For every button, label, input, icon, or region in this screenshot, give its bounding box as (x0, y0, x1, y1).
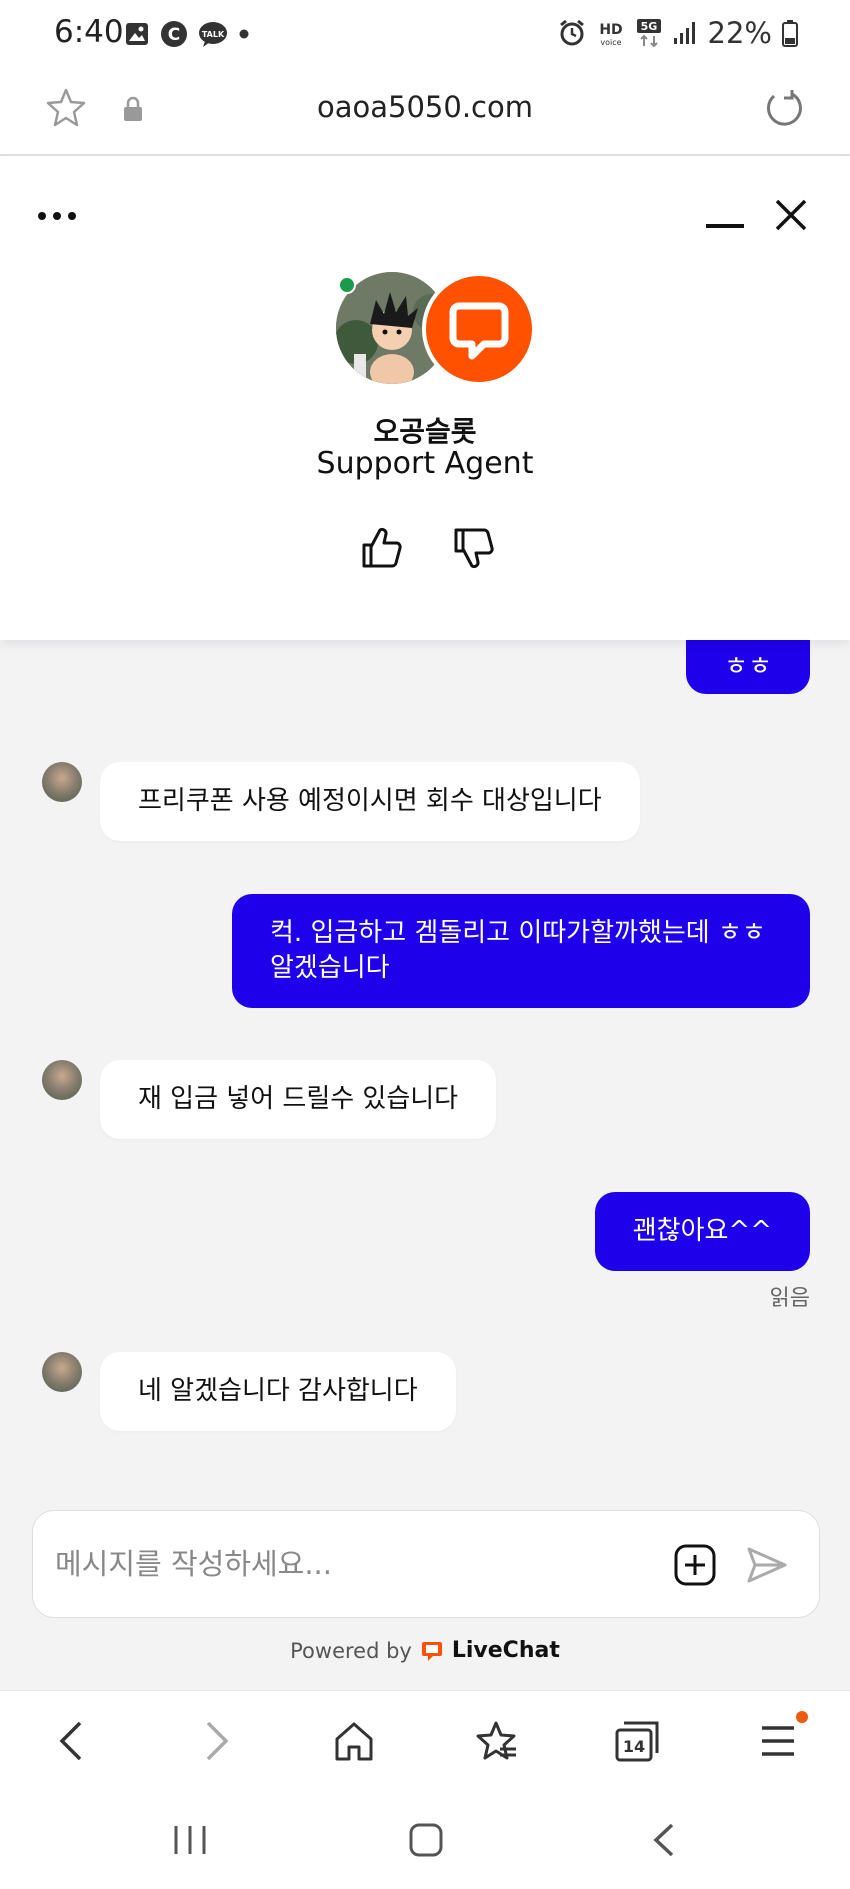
5g-icon: 5G (636, 19, 661, 48)
powered-by-label: Powered by (290, 1638, 412, 1663)
message-input[interactable] (55, 1541, 655, 1587)
minimize-button[interactable] (706, 224, 744, 228)
message-user: 괜찮아요^^ (594, 1192, 810, 1271)
notification-dot (796, 1711, 808, 1723)
signal-icon (673, 22, 695, 44)
c-icon: C (161, 21, 187, 47)
svg-text:voice: voice (600, 38, 621, 47)
menu-icon[interactable] (758, 1719, 798, 1763)
alarm-icon (559, 19, 584, 46)
message-user: ㅎㅎ (686, 638, 810, 694)
message-agent: 네 알겠습니다 감사합니다 (100, 1352, 456, 1431)
tabs-icon[interactable]: 14 (614, 1719, 660, 1763)
browser-toolbar: 14 (0, 1690, 850, 1790)
thumbs-down-icon[interactable] (452, 526, 496, 570)
close-icon[interactable] (774, 198, 808, 232)
message-agent: 재 입금 넣어 드릴수 있습니다 (100, 1060, 497, 1139)
talk-icon: TALK (199, 22, 227, 47)
status-bar: 6:40 C TALK HD voice 5G 22% (0, 0, 850, 66)
message-user: 컥. 입금하고 겜돌리고 이따가할까했는데 ㅎㅎ 알겠습니다 (232, 894, 810, 1008)
svg-text:C: C (168, 25, 180, 45)
hd-voice-icon: HDvoice (599, 22, 622, 47)
message-agent: 프리쿠폰 사용 예정이시면 회수 대상입니다 (100, 762, 640, 841)
browser-url-bar: oaoa5050.com (0, 66, 850, 156)
home-button-icon[interactable] (408, 1822, 444, 1858)
back-icon[interactable] (52, 1719, 92, 1763)
dot-icon (239, 29, 249, 39)
livechat-brand[interactable]: LiveChat (452, 1638, 560, 1663)
agent-mini-avatar (42, 1352, 82, 1392)
tab-count: 14 (623, 1737, 645, 1756)
status-time: 6:40 (54, 14, 124, 50)
system-back-icon[interactable] (648, 1822, 680, 1858)
thumbs-up-icon[interactable] (360, 526, 404, 570)
battery-percent: 22% (707, 16, 772, 50)
online-status-dot (338, 276, 356, 294)
bookmarks-icon[interactable] (474, 1719, 518, 1763)
battery-icon (782, 20, 798, 47)
chat-header: 오공슬롯 Support Agent (0, 158, 850, 640)
read-receipt: 읽음 (769, 1286, 810, 1311)
gallery-icon (126, 23, 148, 45)
send-icon[interactable] (745, 1543, 789, 1587)
powered-by: Powered by LiveChat (0, 1638, 850, 1663)
system-nav-bar (0, 1790, 850, 1889)
reload-icon[interactable] (762, 86, 806, 130)
message-composer (32, 1510, 820, 1618)
svg-text:5G: 5G (640, 20, 657, 33)
chat-messages: ㅎㅎ 프리쿠폰 사용 예정이시면 회수 대상입니다 컥. 입금하고 겜돌리고 이… (0, 638, 850, 1690)
svg-text:TALK: TALK (202, 30, 225, 39)
agent-mini-avatar (42, 1060, 82, 1100)
agent-name: 오공슬롯 (373, 415, 477, 448)
livechat-logo (422, 272, 536, 386)
add-attachment-icon[interactable] (673, 1543, 717, 1587)
more-options-icon[interactable] (38, 212, 76, 220)
home-icon[interactable] (332, 1719, 376, 1763)
agent-role: Support Agent (316, 446, 534, 481)
recent-apps-icon[interactable] (170, 1822, 210, 1858)
svg-text:HD: HD (599, 22, 622, 38)
agent-mini-avatar (42, 762, 82, 802)
forward-icon[interactable] (196, 1719, 236, 1763)
livechat-small-icon (421, 1641, 442, 1661)
url-text[interactable]: oaoa5050.com (0, 90, 850, 124)
